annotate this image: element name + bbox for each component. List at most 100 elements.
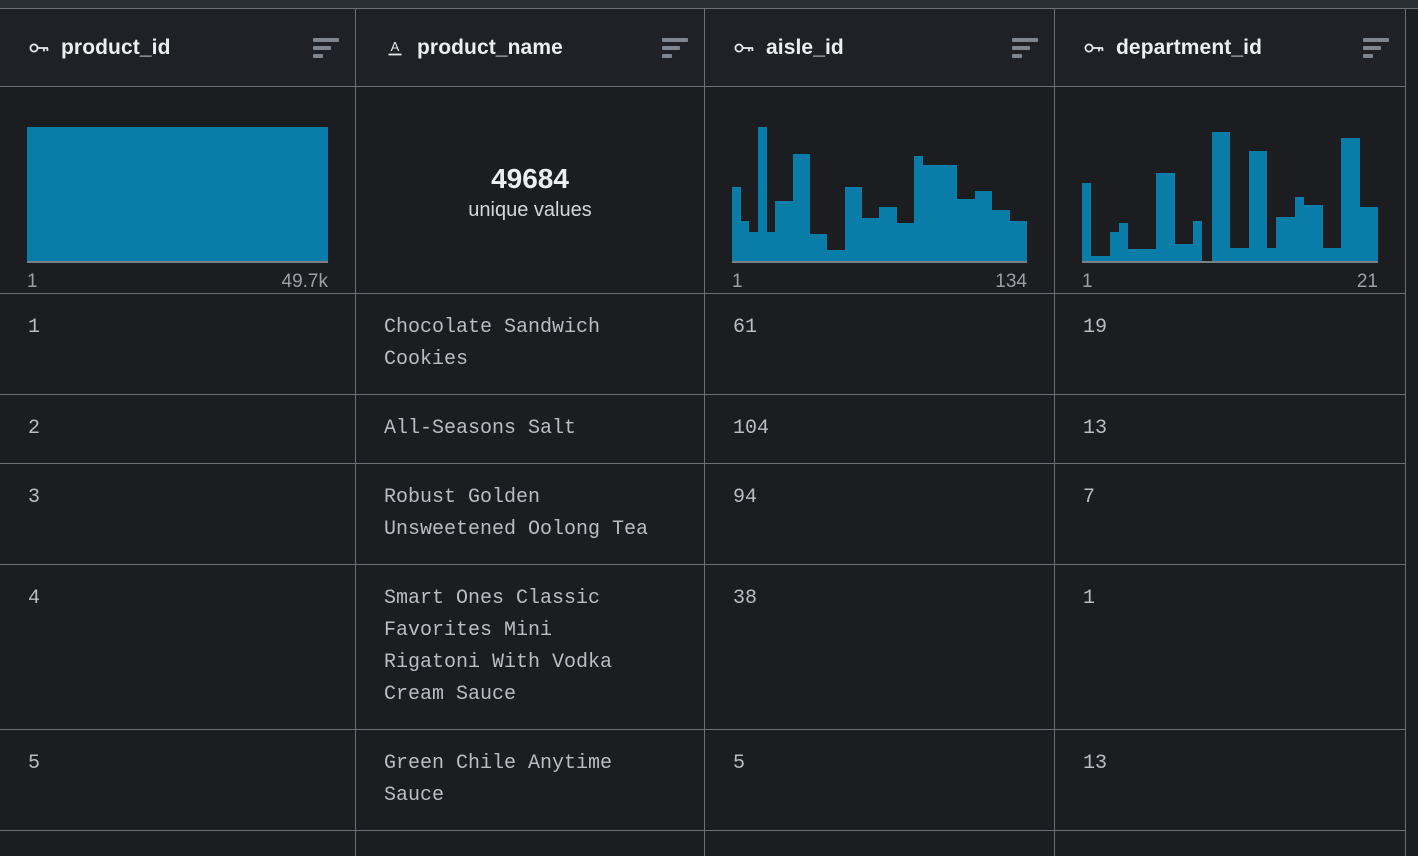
histogram-bar <box>1304 205 1313 261</box>
column-header-product_name[interactable]: A product_name <box>356 9 705 86</box>
key-icon <box>1083 37 1105 59</box>
histogram-bar <box>983 191 992 261</box>
histogram-bar <box>914 156 923 261</box>
histogram-bar <box>1295 197 1304 261</box>
histogram-bar <box>1369 207 1378 261</box>
histogram-bar <box>1212 132 1221 261</box>
table-cell-aisle_id[interactable]: 61 <box>705 294 1055 394</box>
histogram-bar <box>845 187 854 261</box>
histogram-bar <box>1239 248 1248 261</box>
table-cell-product_id[interactable]: 1 <box>0 294 356 394</box>
histogram-product_id <box>27 127 328 263</box>
table-row[interactable]: 2All-Seasons Salt10413 <box>0 395 1406 464</box>
table-cell-product_id[interactable]: 4 <box>0 565 356 729</box>
column-summary-row: 1 49.7k 49684 unique values 1 134 <box>0 87 1406 294</box>
table-cell-product_id[interactable]: 2 <box>0 395 356 463</box>
table-cell-aisle_id[interactable]: 38 <box>705 565 1055 729</box>
column-header-aisle_id[interactable]: aisle_id <box>705 9 1055 86</box>
svg-text:A: A <box>391 39 400 54</box>
histogram-bar <box>1001 210 1010 261</box>
histogram-bar <box>775 201 784 261</box>
histogram-bar <box>767 232 776 261</box>
histogram-bar <box>931 165 940 261</box>
histogram-aisle_id <box>732 127 1027 263</box>
histogram-max-label: 21 <box>1357 271 1378 293</box>
histogram-axis: 1 134 <box>732 263 1027 293</box>
column-header-product_id[interactable]: product_id <box>0 9 356 86</box>
table-cell-product_name[interactable]: Smart Ones Classic Favorites Mini Rigato… <box>356 565 705 729</box>
histogram-bar <box>1101 256 1110 261</box>
histogram-bar <box>1360 207 1369 261</box>
histogram-bar <box>992 210 1001 261</box>
histogram-bar <box>1165 173 1174 261</box>
histogram-bar <box>1341 138 1350 261</box>
histogram-min-label: 1 <box>732 271 743 293</box>
histogram-bar <box>888 207 897 261</box>
column-header-label: product_id <box>61 36 302 60</box>
table-row[interactable]: 3Robust Golden Unsweetened Oolong Tea947 <box>0 464 1406 565</box>
column-summary-aisle_id: 1 134 <box>705 87 1055 293</box>
table-cell-product_id[interactable]: 5 <box>0 730 356 830</box>
histogram-bar <box>1128 249 1137 261</box>
histogram-bar <box>966 199 975 261</box>
table-cell-product_name[interactable]: Chocolate Sandwich Cookies <box>356 294 705 394</box>
histogram-bar <box>1286 217 1295 261</box>
histogram-bar <box>758 127 767 261</box>
table-row[interactable]: 1Chocolate Sandwich Cookies6119 <box>0 294 1406 395</box>
histogram-bar <box>1230 248 1239 261</box>
histogram-bar <box>1193 221 1202 261</box>
table-cell-department_id[interactable]: 7 <box>1055 464 1406 564</box>
table-cell-product_id[interactable] <box>0 831 356 856</box>
key-icon <box>28 37 50 59</box>
histogram-bar <box>1119 223 1128 261</box>
histogram-bar <box>1110 232 1119 261</box>
table-row[interactable] <box>0 831 1406 856</box>
unique-values-label: unique values <box>468 199 591 222</box>
histogram-bar <box>793 154 802 261</box>
column-summary-product_name: 49684 unique values <box>356 87 705 293</box>
table-cell-aisle_id[interactable]: 104 <box>705 395 1055 463</box>
column-header-label: aisle_id <box>766 36 1001 60</box>
table-cell-product_id[interactable]: 3 <box>0 464 356 564</box>
horizontal-scrollbar[interactable] <box>0 0 1418 9</box>
histogram-bar <box>1175 244 1184 261</box>
column-header-label: department_id <box>1116 36 1352 60</box>
histogram-bar <box>1147 249 1156 261</box>
histogram-axis: 1 21 <box>1082 263 1378 293</box>
sort-descending-icon[interactable] <box>313 38 339 58</box>
table-cell-product_name[interactable]: Robust Golden Unsweetened Oolong Tea <box>356 464 705 564</box>
sort-descending-icon[interactable] <box>662 38 688 58</box>
table-cell-product_name[interactable] <box>356 831 705 856</box>
histogram-bar <box>957 199 966 261</box>
histogram-bar <box>1184 244 1193 261</box>
table-cell-department_id[interactable]: 1 <box>1055 565 1406 729</box>
table-cell-department_id[interactable]: 13 <box>1055 730 1406 830</box>
sort-descending-icon[interactable] <box>1012 38 1038 58</box>
table-row[interactable]: 4Smart Ones Classic Favorites Mini Rigat… <box>0 565 1406 730</box>
table-cell-product_name[interactable]: Green Chile Anytime Sauce <box>356 730 705 830</box>
histogram-bar <box>897 223 906 261</box>
histogram-bar <box>1018 221 1027 261</box>
histogram-bar <box>784 201 793 261</box>
table-cell-aisle_id[interactable]: 94 <box>705 464 1055 564</box>
column-header-department_id[interactable]: department_id <box>1055 9 1406 86</box>
histogram-min-label: 1 <box>27 271 38 293</box>
table-cell-department_id[interactable] <box>1055 831 1406 856</box>
table-cell-product_name[interactable]: All-Seasons Salt <box>356 395 705 463</box>
histogram-bar <box>1091 256 1100 261</box>
table-cell-aisle_id[interactable]: 5 <box>705 730 1055 830</box>
table-cell-department_id[interactable]: 13 <box>1055 395 1406 463</box>
table-cell-aisle_id[interactable] <box>705 831 1055 856</box>
sort-descending-icon[interactable] <box>1363 38 1389 58</box>
data-grid: product_id A product_name <box>0 9 1418 856</box>
table-cell-department_id[interactable]: 19 <box>1055 294 1406 394</box>
histogram-bar <box>871 218 880 261</box>
table-row[interactable]: 5Green Chile Anytime Sauce513 <box>0 730 1406 831</box>
histogram-department_id <box>1082 127 1378 263</box>
histogram-bar <box>741 221 750 261</box>
histogram-axis: 1 49.7k <box>27 263 328 293</box>
histogram-bar <box>853 187 862 261</box>
column-summary-department_id: 1 21 <box>1055 87 1406 293</box>
histogram-bar <box>923 165 932 261</box>
column-header-label: product_name <box>417 36 651 60</box>
